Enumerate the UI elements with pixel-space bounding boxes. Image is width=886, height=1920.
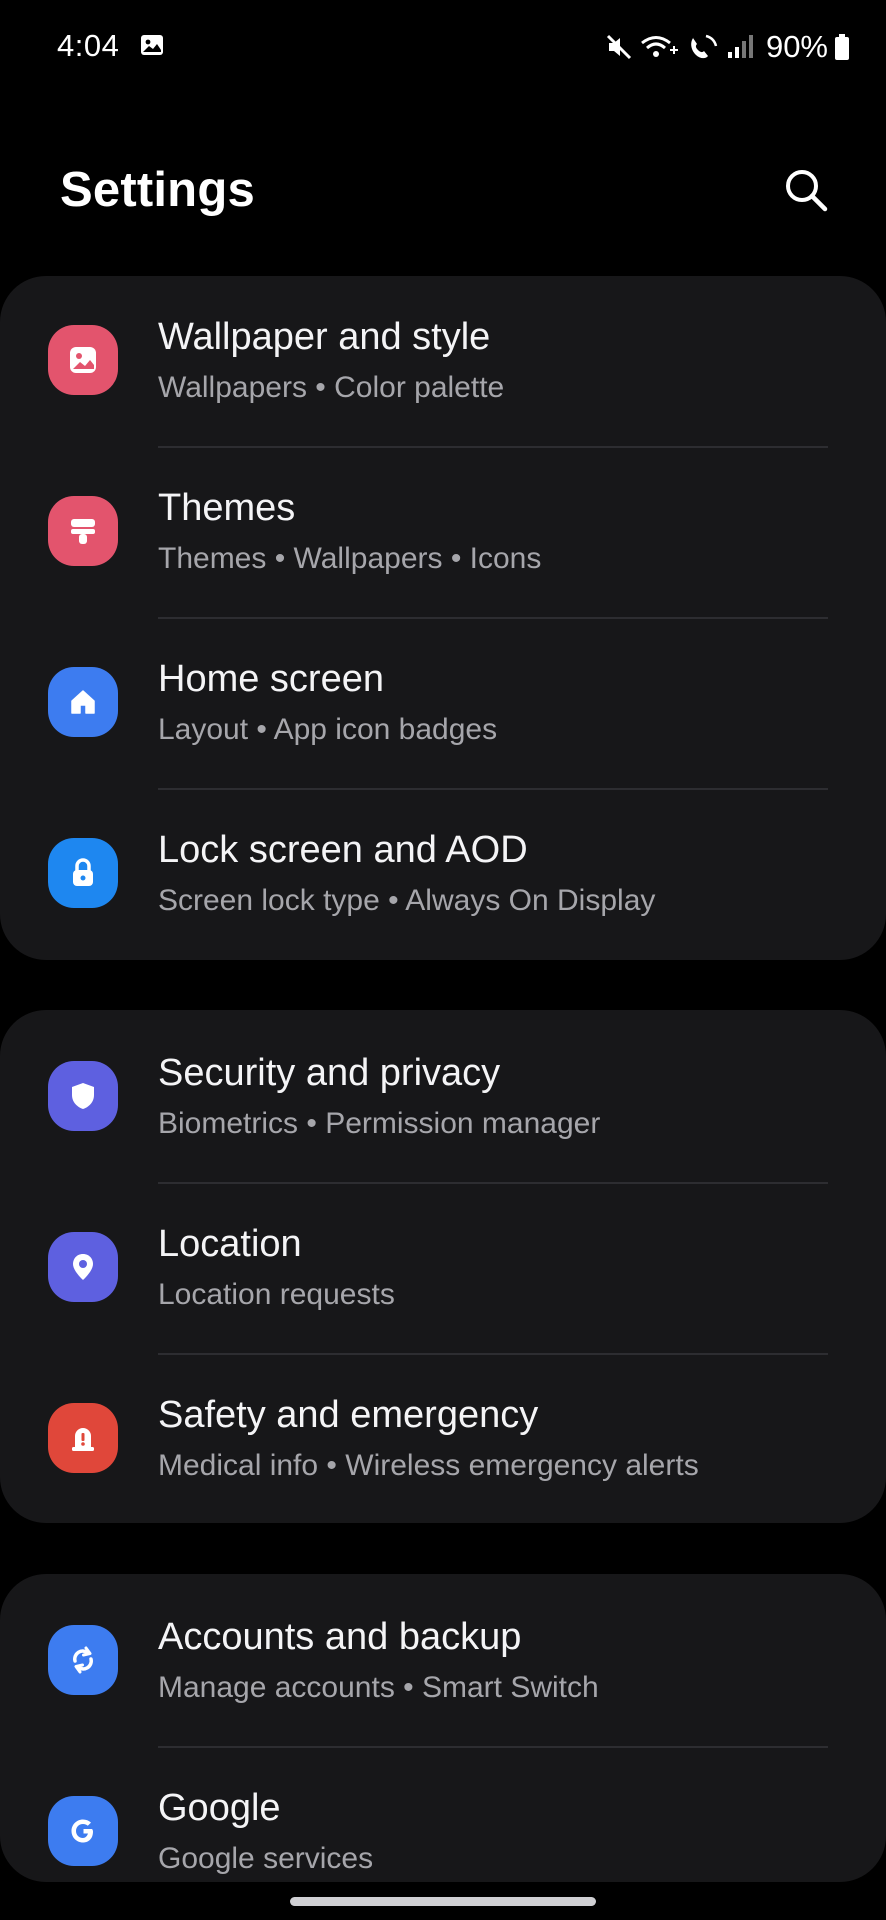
settings-item-wallpaper-and-style[interactable]: Wallpaper and style Wallpapers • Color p…	[0, 276, 886, 447]
wallpaper-icon	[48, 325, 118, 395]
settings-item-home-screen[interactable]: Home screen Layout • App icon badges	[0, 618, 886, 789]
settings-item-location[interactable]: Location Location requests	[0, 1183, 886, 1354]
lock-icon	[48, 838, 118, 908]
shield-icon	[48, 1061, 118, 1131]
item-subtitle: Medical info • Wireless emergency alerts	[158, 1449, 699, 1482]
gesture-navigation-bar[interactable]	[290, 1897, 596, 1906]
settings-item-accounts-and-backup[interactable]: Accounts and backup Manage accounts • Sm…	[0, 1574, 886, 1745]
location-pin-icon	[48, 1232, 118, 1302]
item-title: Safety and emergency	[158, 1394, 539, 1436]
item-subtitle: Biometrics • Permission manager	[158, 1107, 601, 1140]
item-title: Wallpaper and style	[158, 316, 491, 358]
search-icon	[786, 170, 828, 212]
wifi-calling-icon	[641, 36, 678, 57]
settings-item-security-and-privacy[interactable]: Security and privacy Biometrics • Permis…	[0, 1010, 886, 1181]
emergency-alert-icon	[48, 1403, 118, 1473]
item-subtitle: Themes • Wallpapers • Icons	[158, 542, 542, 575]
google-icon	[48, 1796, 118, 1866]
item-title: Google	[158, 1787, 281, 1829]
item-title: Themes	[158, 487, 296, 529]
battery-percentage: 90%	[765, 29, 828, 64]
sync-icon	[48, 1625, 118, 1695]
search-button[interactable]	[780, 164, 832, 216]
page-title: Settings	[60, 163, 255, 217]
battery-icon	[835, 34, 849, 60]
item-title: Location	[158, 1223, 302, 1265]
item-subtitle: Google services	[158, 1842, 374, 1875]
item-subtitle: Wallpapers • Color palette	[158, 371, 505, 404]
settings-group-security: Security and privacy Biometrics • Permis…	[0, 1010, 886, 1523]
item-subtitle: Manage accounts • Smart Switch	[158, 1671, 599, 1704]
settings-item-safety-and-emergency[interactable]: Safety and emergency Medical info • Wire…	[0, 1354, 886, 1525]
item-title: Accounts and backup	[158, 1616, 522, 1658]
settings-item-themes[interactable]: Themes Themes • Wallpapers • Icons	[0, 447, 886, 618]
item-title: Security and privacy	[158, 1052, 501, 1094]
status-time: 4:04	[57, 28, 120, 63]
status-bar: 4:04 90%	[0, 0, 886, 96]
signal-icon	[727, 35, 753, 58]
settings-group-personalization: Wallpaper and style Wallpapers • Color p…	[0, 276, 886, 960]
item-subtitle: Screen lock type • Always On Display	[158, 884, 656, 917]
gallery-notification-icon	[141, 35, 163, 55]
volte-icon	[691, 34, 718, 59]
item-subtitle: Layout • App icon badges	[158, 713, 498, 746]
item-subtitle: Location requests	[158, 1278, 395, 1311]
settings-group-accounts: Accounts and backup Manage accounts • Sm…	[0, 1574, 886, 1882]
settings-item-google[interactable]: Google Google services	[0, 1747, 886, 1918]
item-title: Home screen	[158, 658, 384, 700]
item-title: Lock screen and AOD	[158, 829, 528, 871]
mute-icon	[606, 34, 632, 60]
status-icons: 90%	[604, 27, 850, 67]
home-icon	[48, 667, 118, 737]
themes-icon	[48, 496, 118, 566]
settings-item-lock-screen-and-aod[interactable]: Lock screen and AOD Screen lock type • A…	[0, 789, 886, 960]
